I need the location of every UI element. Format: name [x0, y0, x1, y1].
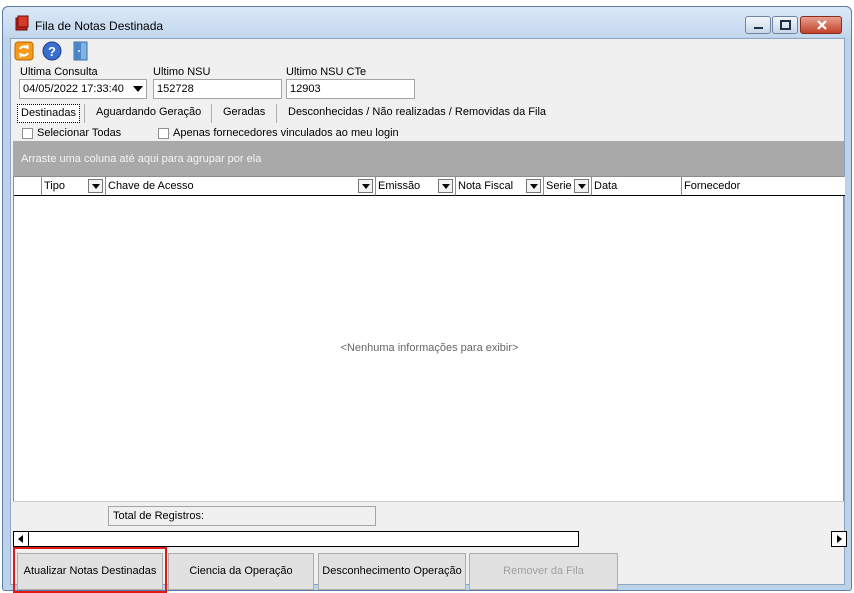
filter-dropdown-icon[interactable] [526, 179, 541, 193]
app-book-icon [15, 15, 29, 31]
chevron-down-icon [133, 86, 143, 92]
group-by-area[interactable]: Arraste uma coluna até aqui para agrupar… [13, 141, 844, 176]
column-header-label: Data [594, 180, 618, 192]
main-window: Fila de Notas Destinada ? Ultima Consult… [2, 6, 852, 593]
column-header-label: Tipo [44, 180, 65, 192]
empty-grid-message: <Nenhuma informações para exibir> [340, 342, 519, 354]
exit-door-icon[interactable] [70, 41, 90, 61]
tab-aguardando-geracao[interactable]: Aguardando Geração [93, 104, 204, 123]
grid-footer: Total de Registros: [13, 501, 844, 531]
column-header-tipo[interactable]: Tipo [42, 177, 106, 196]
tab-divider [276, 104, 277, 123]
ultimo-nsu-label: Ultimo NSU [153, 66, 211, 78]
tab-destinadas[interactable]: Destinadas [17, 104, 81, 123]
column-header-nota-fiscal[interactable]: Nota Fiscal [456, 177, 544, 196]
column-header-label: Chave de Acesso [108, 180, 194, 192]
data-grid[interactable]: Tipo Chave de Acesso Emissão Nota Fiscal… [13, 176, 845, 516]
ultima-consulta-value: 04/05/2022 17:33:40 [23, 83, 124, 95]
column-header-fornecedor[interactable]: Fornecedor [682, 177, 845, 196]
horizontal-scrollbar[interactable] [13, 531, 850, 547]
column-header-label: Fornecedor [684, 180, 741, 192]
remover-fila-button[interactable]: Remover da Fila [469, 553, 618, 590]
maximize-icon [780, 20, 791, 30]
column-header-serie[interactable]: Serie [544, 177, 592, 196]
svg-text:?: ? [48, 44, 56, 59]
row-indicator-header [14, 177, 42, 196]
select-all-checkbox[interactable] [22, 128, 33, 139]
refresh-icon[interactable] [14, 41, 34, 61]
arrow-left-icon [18, 535, 23, 543]
ultimo-nsu-cte-label: Ultimo NSU CTe [286, 66, 367, 78]
atualizar-notas-button[interactable]: Atualizar Notas Destinadas [17, 553, 163, 590]
client-area: ? Ultima Consulta 04/05/2022 17:33:40 Ul… [10, 38, 847, 593]
ultima-consulta-label: Ultima Consulta [20, 66, 98, 78]
tab-geradas[interactable]: Geradas [220, 104, 268, 123]
scroll-right-button[interactable] [831, 531, 847, 547]
column-header-label: Serie [546, 180, 572, 192]
desconhecimento-operacao-button[interactable]: Desconhecimento Operação [318, 553, 466, 590]
maximize-button[interactable] [772, 16, 798, 34]
only-linked-label: Apenas fornecedores vinculados ao meu lo… [173, 127, 399, 139]
scroll-thumb[interactable] [29, 531, 579, 547]
arrow-right-icon [837, 535, 842, 543]
help-icon[interactable]: ? [42, 41, 62, 61]
filter-dropdown-icon[interactable] [358, 179, 373, 193]
ultimo-nsu-cte-field[interactable]: 12903 [286, 79, 415, 99]
filter-dropdown-icon[interactable] [574, 179, 589, 193]
column-header-data[interactable]: Data [592, 177, 682, 196]
minimize-button[interactable] [745, 16, 771, 34]
window-title: Fila de Notas Destinada [35, 19, 164, 33]
title-bar: Fila de Notas Destinada [3, 7, 851, 37]
ultima-consulta-select[interactable]: 04/05/2022 17:33:40 [19, 79, 147, 99]
scroll-left-button[interactable] [13, 531, 29, 547]
column-header-chave-acesso[interactable]: Chave de Acesso [106, 177, 376, 196]
filter-dropdown-icon[interactable] [88, 179, 103, 193]
tab-divider [211, 104, 212, 123]
total-records-label: Total de Registros: [108, 506, 376, 526]
column-header-emissao[interactable]: Emissão [376, 177, 456, 196]
tab-desconhecidas[interactable]: Desconhecidas / Não realizadas / Removid… [285, 104, 549, 123]
minimize-icon [754, 27, 763, 29]
select-all-label: Selecionar Todas [37, 127, 122, 139]
close-icon [817, 20, 827, 30]
ciencia-operacao-button[interactable]: Ciencia da Operação [168, 553, 314, 590]
close-button[interactable] [800, 16, 842, 34]
column-header-label: Nota Fiscal [458, 180, 514, 192]
ultimo-nsu-field[interactable]: 152728 [153, 79, 282, 99]
filter-dropdown-icon[interactable] [438, 179, 453, 193]
only-linked-checkbox[interactable] [158, 128, 169, 139]
tab-divider [84, 104, 85, 123]
column-header-label: Emissão [378, 180, 421, 192]
